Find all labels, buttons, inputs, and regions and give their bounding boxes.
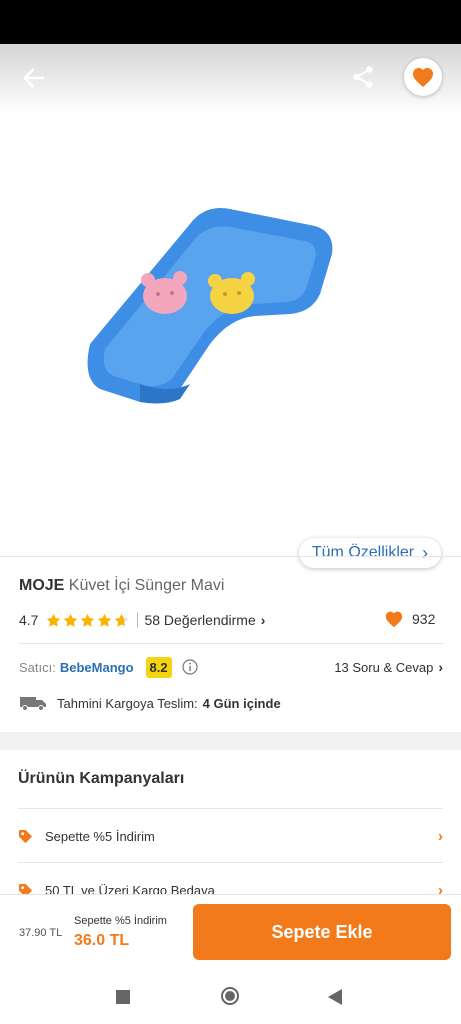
divider	[18, 862, 443, 863]
status-bar	[0, 0, 461, 44]
chevron-right-icon: ›	[438, 827, 443, 845]
delivery-row: Tahmini Kargoya Teslim: 4 Gün içinde	[19, 695, 281, 711]
likes-value: 932	[412, 611, 436, 627]
reviews-link[interactable]: 58 Değerlendirme ›	[144, 612, 265, 628]
campaigns-title: Ürünün Kampanyaları	[18, 770, 185, 787]
rating-row: 4.7 58 Değerlendirme ›	[19, 610, 265, 630]
delivery-value: 4 Gün içinde	[202, 695, 281, 711]
divider	[0, 556, 461, 557]
questions-answers-link[interactable]: 13 Soru & Cevap ›	[334, 659, 443, 675]
product-title: MOJE Küvet İçi Sünger Mavi	[19, 577, 224, 595]
product-gallery[interactable]: Tüm Özellikler ›	[0, 44, 461, 568]
info-icon[interactable]	[182, 659, 198, 675]
chevron-right-icon: ›	[438, 659, 443, 675]
delivery-label: Tahmini Kargoya Teslim:	[57, 695, 198, 711]
campaign-label: Sepette %5 İndirim	[45, 828, 155, 844]
product-image	[87, 208, 333, 404]
discounted-price: 36.0 TL	[74, 932, 130, 949]
likes-count[interactable]: 932	[384, 610, 435, 628]
star-icon	[98, 613, 112, 627]
system-nav-bar	[0, 970, 461, 1024]
add-to-cart-button[interactable]: Sepete Ekle	[193, 904, 451, 960]
old-price: 37.90 TL	[19, 927, 63, 939]
home-icon[interactable]	[221, 987, 239, 1005]
favorite-button[interactable]	[404, 58, 442, 96]
divider	[137, 612, 139, 628]
seller-row: Satıcı: BebeMango 8.2 13 Soru & Cevap ›	[19, 655, 443, 679]
campaign-item[interactable]: Sepette %5 İndirim ›	[18, 826, 443, 846]
seller-label: Satıcı:	[19, 659, 56, 675]
divider	[19, 643, 443, 644]
all-features-button[interactable]: Tüm Özellikler ›	[299, 538, 441, 568]
qa-label: 13 Soru & Cevap	[334, 659, 434, 675]
gallery-top-shade	[0, 44, 461, 114]
product-name: Küvet İçi Sünger Mavi	[68, 577, 225, 594]
product-brand: MOJE	[19, 577, 65, 594]
chevron-right-icon: ›	[422, 542, 429, 563]
back-triangle-icon[interactable]	[328, 989, 342, 1005]
chevron-right-icon: ›	[260, 612, 266, 628]
heart-icon	[413, 68, 433, 87]
reviews-label: 58 Değerlendirme	[144, 612, 256, 628]
rating-stars	[46, 613, 131, 628]
star-icon	[115, 613, 129, 627]
heart-icon	[385, 611, 403, 628]
rating-value: 4.7	[19, 612, 39, 628]
share-icon[interactable]	[350, 64, 376, 90]
promo-label: Sepette %5 İndirim	[74, 915, 167, 927]
all-features-label: Tüm Özellikler	[311, 544, 415, 561]
arrow-left-icon[interactable]	[20, 64, 48, 92]
seller-name-link[interactable]: BebeMango	[60, 660, 134, 675]
star-icon	[81, 613, 95, 627]
truck-icon	[20, 697, 46, 711]
star-icon	[47, 613, 61, 627]
section-gap	[0, 732, 461, 750]
divider	[18, 808, 443, 809]
tag-icon	[18, 829, 33, 843]
checkout-bar: 37.90 TL Sepette %5 İndirim 36.0 TL Sepe…	[0, 894, 461, 971]
recents-icon[interactable]	[116, 990, 130, 1004]
seller-score-badge: 8.2	[145, 656, 172, 678]
star-icon	[64, 613, 78, 627]
